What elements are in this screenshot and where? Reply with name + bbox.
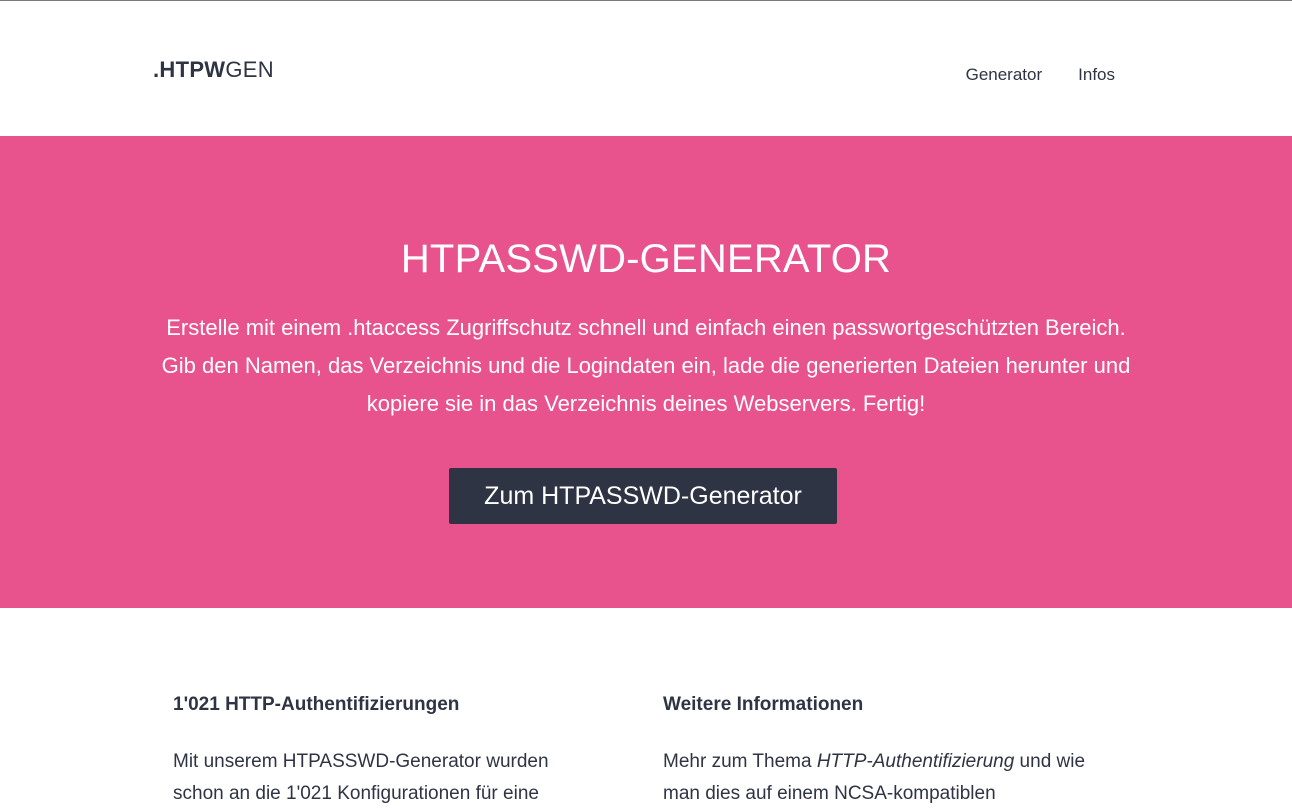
hero-description: Erstelle mit einem .htaccess Zugriffschu… <box>161 315 1131 416</box>
hero-banner: HTPASSWD-GENERATOR Erstelle mit einem .h… <box>0 136 1292 608</box>
main-nav: Generator Infos <box>966 65 1115 85</box>
logo-bold: .HTPW <box>153 57 226 82</box>
info-column: Weitere Informationen Mehr zum Thema HTT… <box>663 694 1093 810</box>
hero-title: HTPASSWD-GENERATOR <box>400 237 892 281</box>
info-text: Mehr zum Thema HTTP-Authentifizierung un… <box>663 746 1093 810</box>
info-text-emphasis: HTTP-Authentifizierung <box>816 751 1015 772</box>
info-heading: Weitere Informationen <box>663 694 864 715</box>
info-text-before: Mehr zum Thema <box>663 751 817 772</box>
site-logo[interactable]: .HTPWGEN <box>153 57 274 83</box>
nav-generator-link[interactable]: Generator <box>966 65 1043 85</box>
logo-light: GEN <box>225 57 274 82</box>
site-header: .HTPWGEN Generator Infos <box>0 1 1292 136</box>
stats-column: 1'021 HTTP-Authentifizierungen Mit unser… <box>173 694 603 810</box>
stats-heading: 1'021 HTTP-Authentifizierungen <box>173 694 460 715</box>
info-section: 1'021 HTTP-Authentifizierungen Mit unser… <box>0 608 1292 806</box>
stats-text: Mit unserem HTPASSWD-Generator wurden sc… <box>173 751 549 804</box>
nav-infos-link[interactable]: Infos <box>1078 65 1115 85</box>
generator-cta-button[interactable]: Zum HTPASSWD-Generator <box>449 468 837 524</box>
